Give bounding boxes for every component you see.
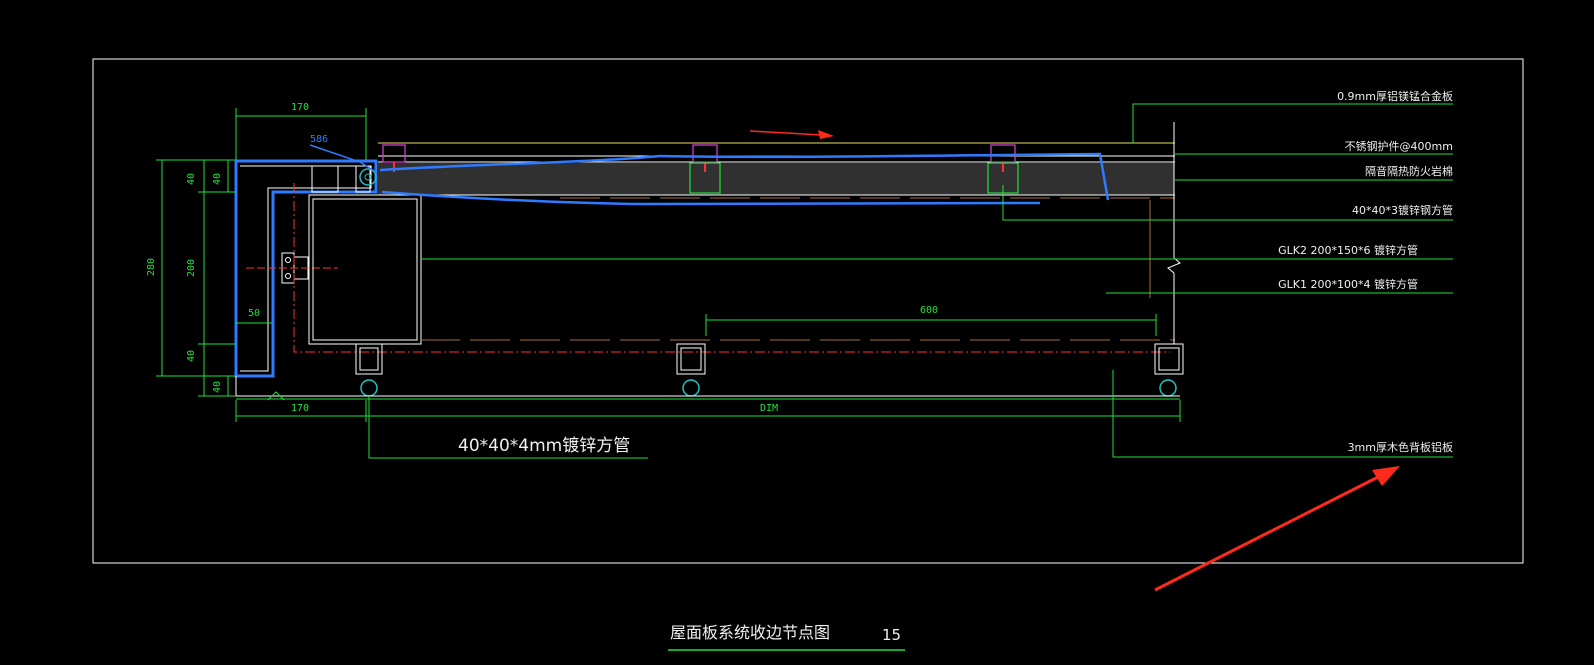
break-line — [1149, 122, 1181, 344]
callout-stainless-clip: 不锈钢护件@400mm — [1345, 139, 1453, 153]
callout-metal-panel: 0.9mm厚铝镁锰合金板 — [1337, 89, 1453, 103]
dim-bottom-width: 170 — [291, 403, 309, 414]
callout-tube-size: 40*40*4mm镀锌方管 — [458, 436, 630, 456]
fastener-cap — [382, 144, 406, 163]
callout-aluminum-backing: 3mm厚木色背板铝板 — [1348, 440, 1453, 454]
axis-line — [293, 183, 1170, 353]
dim-top-flange: 40 — [186, 173, 197, 185]
dim-lip: 50 — [248, 308, 260, 319]
fastener-cap — [990, 144, 1016, 163]
cad-drawing-canvas: 170 170 DIM 600 50 280 40 40 200 40 40 5… — [92, 58, 1524, 651]
dim-overall: DIM — [760, 403, 778, 414]
dim-note-blue: 586 — [310, 134, 328, 145]
fastener-cap — [692, 144, 718, 163]
dim-top-width: 170 — [291, 102, 309, 113]
dim-top-flange-2: 40 — [212, 173, 223, 185]
dim-web: 200 — [186, 259, 197, 277]
bracket — [246, 252, 338, 284]
red-arrow-large — [1154, 466, 1400, 592]
red-arrow-top — [749, 130, 834, 139]
drawing-title: 屋面板系统收边节点图 — [670, 623, 830, 642]
roof-panel — [378, 142, 1175, 341]
dim-spacing: 600 — [920, 305, 938, 316]
dim-bottom-flange: 40 — [186, 350, 197, 362]
sheet-number: 15 — [882, 626, 901, 644]
callout-glk2: GLK2 200*150*6 镀锌方管 — [1278, 243, 1418, 257]
glk2-tube — [308, 194, 422, 345]
dim-total-height: 280 — [146, 258, 157, 276]
dim-bottom-flange-2: 40 — [212, 381, 223, 393]
callout-purlin-tube: 40*40*3镀锌钢方管 — [1352, 203, 1453, 217]
callout-glk1: GLK1 200*100*4 镀锌方管 — [1278, 277, 1418, 291]
callout-rock-wool: 隔音隔热防火岩棉 — [1365, 164, 1453, 178]
